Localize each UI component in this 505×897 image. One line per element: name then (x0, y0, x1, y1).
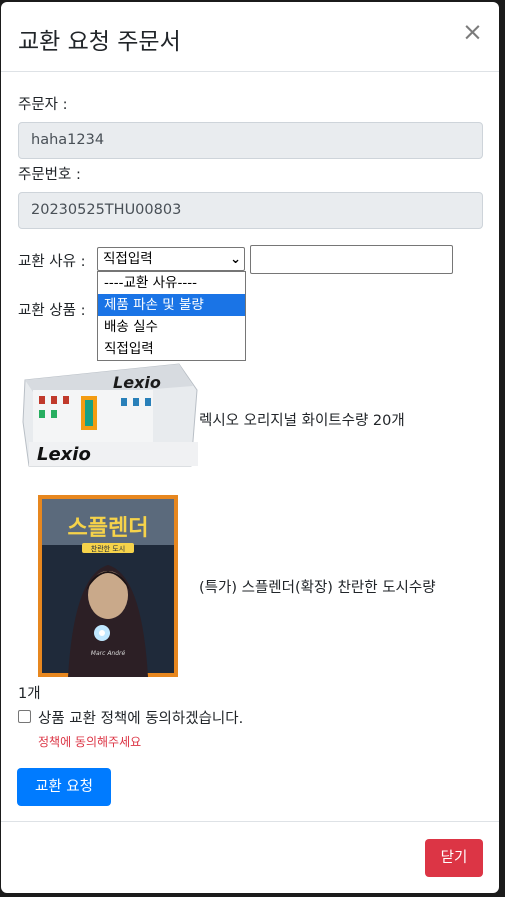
agree-label: 상품 교환 정책에 동의하겠습니다. (38, 711, 244, 727)
reason-select[interactable]: 직접입력 ⌄ (97, 247, 245, 271)
modal-header: 교환 요청 주문서 × (1, 2, 499, 72)
reason-selected-value: 직접입력 (103, 251, 153, 267)
orderer-field[interactable]: haha1234 (18, 122, 483, 159)
orderer-label: 주문자 : (18, 97, 68, 113)
close-icon[interactable]: × (462, 19, 483, 44)
splendor-box-image: 스플렌더 찬란한 도시 Marc André (38, 495, 178, 677)
reason-label: 교환 사유 : (18, 254, 86, 270)
order-number-label: 주문번호 : (18, 167, 81, 183)
svg-text:스플렌더: 스플렌더 (68, 516, 149, 541)
svg-text:Marc André: Marc André (91, 650, 126, 657)
products-label: 교환 상품 : (18, 303, 86, 319)
modal-body: 주문자 : haha1234 주문번호 : 20230525THU00803 교… (1, 73, 499, 821)
close-button[interactable]: 닫기 (425, 839, 483, 877)
exchange-request-button[interactable]: 교환 요청 (17, 768, 111, 806)
svg-text:Lexio: Lexio (37, 444, 91, 465)
svg-text:찬란한 도시: 찬란한 도시 (91, 544, 125, 553)
reason-text-input[interactable] (250, 245, 453, 274)
exchange-request-modal: 교환 요청 주문서 × 주문자 : haha1234 주문번호 : 202305… (1, 2, 499, 893)
reason-option-shipping-error[interactable]: 배송 실수 (98, 316, 245, 338)
reason-dropdown-list: ----교환 사유---- 제품 파손 및 불량 배송 실수 직접입력 (97, 271, 246, 361)
reason-option-damaged[interactable]: 제품 파손 및 불량 (98, 294, 245, 316)
lexio-box-image: Lexio Lexio (22, 363, 198, 467)
svg-text:Lexio: Lexio (113, 373, 161, 392)
agree-checkbox[interactable] (18, 710, 31, 723)
order-number-field[interactable]: 20230525THU00803 (18, 192, 483, 229)
modal-title: 교환 요청 주문서 (18, 29, 181, 55)
chevron-down-icon: ⌄ (230, 252, 241, 267)
product-name: (특가) 스플렌더(확장) 찬란한 도시수량 (199, 580, 436, 596)
product-name-continued: 1개 (18, 686, 41, 702)
product-name: 렉시오 오리지널 화이트수량 20개 (199, 413, 405, 429)
modal-footer: 닫기 (1, 821, 499, 893)
agree-warning: 정책에 동의해주세요 (38, 735, 142, 749)
reason-option-custom[interactable]: 직접입력 (98, 338, 245, 360)
reason-option-placeholder[interactable]: ----교환 사유---- (98, 272, 245, 294)
